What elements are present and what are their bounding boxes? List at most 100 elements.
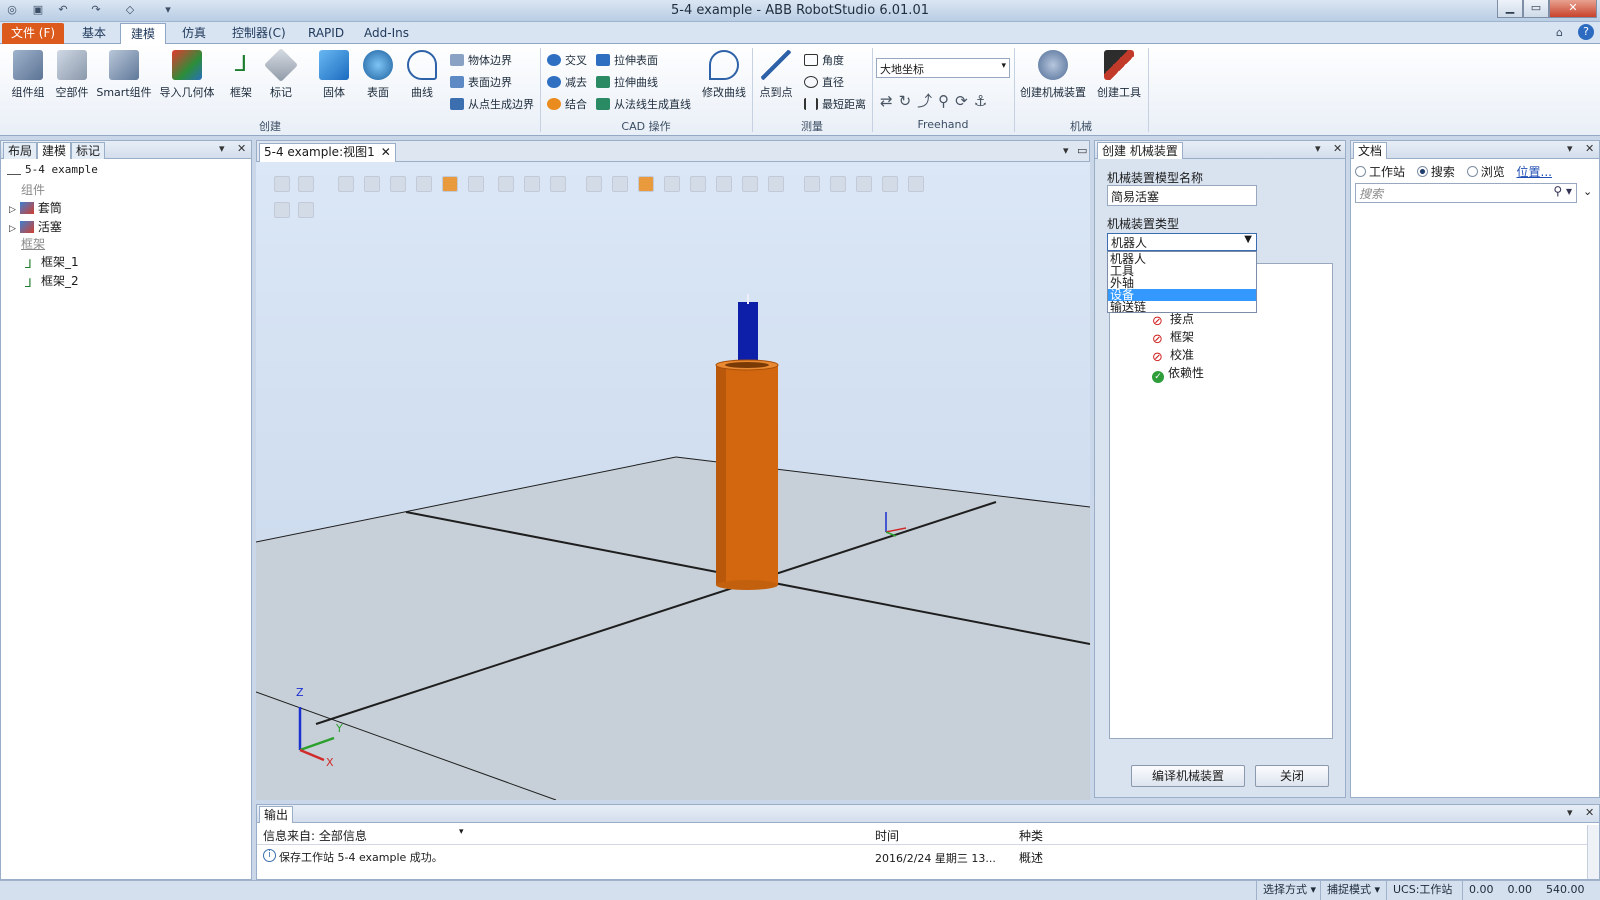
curve-button[interactable]: 曲线 xyxy=(406,50,438,100)
collapse-ribbon-icon[interactable]: ⌂ xyxy=(1556,26,1563,39)
tag-button[interactable]: 标记 xyxy=(264,48,298,100)
tree-item-dependency[interactable]: ✓ 依赖性 xyxy=(1152,364,1204,383)
tree-item-calibration[interactable]: ⊘ 校准 xyxy=(1152,346,1194,364)
close-icon[interactable]: ✕ xyxy=(1333,142,1342,155)
tab-rapid[interactable]: RAPID xyxy=(298,23,354,44)
coordinate-readout: 0.00 0.00 540.00 xyxy=(1462,881,1600,900)
tree-item-piston[interactable]: ▷ 活塞 xyxy=(9,218,62,235)
station-node[interactable]: 5-4 example xyxy=(7,163,98,176)
mechanism-type-select[interactable]: 机器人 ▼ xyxy=(1107,233,1257,251)
compile-mechanism-button[interactable]: 编译机械装置 xyxy=(1131,765,1245,787)
tree-item-label: 依赖性 xyxy=(1168,366,1205,380)
radio-browse[interactable]: 浏览 xyxy=(1466,165,1505,179)
coordinate-system-select[interactable]: 大地坐标 ▾ xyxy=(876,58,1010,78)
empty-part-button[interactable]: 空部件 xyxy=(52,50,92,100)
import-geometry-button[interactable]: 导入几何体 xyxy=(158,50,216,100)
tab-create-mechanism[interactable]: 创建 机械装置 xyxy=(1097,142,1183,159)
search-icon[interactable]: ⚲ ▾ xyxy=(1553,184,1572,198)
panel-header: 创建 机械装置 ▾ ✕ xyxy=(1095,141,1345,159)
create-mechanism-panel: 创建 机械装置 ▾ ✕ 机械装置模型名称 简易活塞 机械装置类型 ⊘ 接点 ⊘ 框架… xyxy=(1094,140,1346,798)
tree-item-sleeve[interactable]: ▷ 套筒 xyxy=(9,199,62,216)
radio-label: 工作站 xyxy=(1369,165,1406,179)
border-from-points-button[interactable]: 从点生成边界 xyxy=(450,96,534,114)
modify-curve-button[interactable]: 修改曲线 xyxy=(700,50,748,100)
col-type[interactable]: 种类 xyxy=(1019,827,1043,844)
tab-basic[interactable]: 基本 xyxy=(72,23,116,44)
close-button[interactable]: 关闭 xyxy=(1255,765,1329,787)
tab-tags[interactable]: 标记 xyxy=(71,142,106,159)
tree-item-frames[interactable]: ⊘ 框架 xyxy=(1152,328,1194,346)
tab-modeling-browser[interactable]: 建模 xyxy=(37,142,72,159)
3d-viewport[interactable]: Z Y X xyxy=(256,162,1090,800)
tab-documents[interactable]: 文档 xyxy=(1353,142,1388,159)
create-mechanism-button[interactable]: 创建机械装置 xyxy=(1018,50,1088,100)
point-to-point-button[interactable]: 点到点 xyxy=(756,50,796,100)
tab-modeling[interactable]: 建模 xyxy=(120,23,167,45)
expand-search-icon[interactable]: ⌄ xyxy=(1583,185,1592,198)
extrude-surface-button[interactable]: 拉伸表面 xyxy=(596,52,658,70)
freehand-tools[interactable]: ⇄↻⤴⚲⟳⚓ xyxy=(880,90,993,111)
tab-controller[interactable]: 控制器(C) xyxy=(222,23,296,44)
info-icon: i xyxy=(263,849,276,862)
angle-icon xyxy=(804,54,818,66)
extrude-curve-button[interactable]: 拉伸曲线 xyxy=(596,74,658,92)
mechanism-name-input[interactable]: 简易活塞 xyxy=(1107,185,1257,206)
close-icon[interactable]: ✕ xyxy=(237,142,246,155)
col-time[interactable]: 时间 xyxy=(875,827,899,844)
panel-menu-icon[interactable]: ▾ xyxy=(1315,142,1321,155)
radio-station[interactable]: 工作站 xyxy=(1355,165,1405,179)
dropdown-option[interactable]: 输送链 xyxy=(1108,301,1256,313)
check-icon: ✓ xyxy=(1152,371,1164,383)
help-icon[interactable]: ? xyxy=(1578,24,1594,40)
part-icon xyxy=(19,221,34,233)
tree-item-frame1[interactable]: ⅃ 框架_1 xyxy=(25,253,79,271)
solid-button[interactable]: 固体 xyxy=(318,50,350,100)
output-filter-select[interactable]: 信息来自: 全部信息 ▾ xyxy=(263,827,464,844)
location-link[interactable]: 位置... xyxy=(1517,165,1552,179)
output-row[interactable]: i 保存工作站 5-4 example 成功。 2016/2/24 星期三 13… xyxy=(257,847,1587,867)
tab-simulation[interactable]: 仿真 xyxy=(172,23,216,44)
subtract-button[interactable]: 减去 xyxy=(547,74,587,92)
min-distance-button[interactable]: 最短距离 xyxy=(804,96,866,114)
create-tool-button[interactable]: 创建工具 xyxy=(1094,50,1144,100)
close-icon[interactable]: ✕ xyxy=(1585,806,1594,819)
intersect-button[interactable]: 交叉 xyxy=(547,52,587,70)
panel-menu-icon[interactable]: ▾ xyxy=(219,142,225,155)
union-button[interactable]: 结合 xyxy=(547,96,587,114)
output-scrollbar[interactable] xyxy=(1587,825,1599,879)
radio-search[interactable]: 搜索 xyxy=(1416,165,1455,179)
output-time: 2016/2/24 星期三 13... xyxy=(875,852,996,865)
snap-mode-menu[interactable]: 捕捉模式 ▾ xyxy=(1320,881,1386,900)
coordinate-system-value: 大地坐标 xyxy=(880,63,924,76)
frame-button[interactable]: ⅃ 框架 xyxy=(226,50,256,100)
maximize-view-icon[interactable]: ▭ xyxy=(1077,144,1087,157)
panel-menu-icon[interactable]: ▾ xyxy=(1567,142,1573,155)
expand-icon[interactable]: ▷ xyxy=(9,205,16,215)
measure-diameter-button[interactable]: 直径 xyxy=(804,74,844,92)
doc-search-input[interactable]: 搜索 ⚲ ▾ xyxy=(1355,183,1577,203)
component-group-button[interactable]: 组件组 xyxy=(8,50,48,100)
expand-icon[interactable]: ▷ xyxy=(9,224,16,234)
panel-menu-icon[interactable]: ▾ xyxy=(1567,806,1573,819)
select-mode-menu[interactable]: 选择方式 ▾ xyxy=(1256,881,1322,900)
tree-item-frame2[interactable]: ⅃ 框架_2 xyxy=(25,272,79,290)
tab-addins[interactable]: Add-Ins xyxy=(354,23,419,44)
surface-button[interactable]: 表面 xyxy=(362,50,394,100)
body-border-button[interactable]: 物体边界 xyxy=(450,52,512,70)
group-create-label: 创建 xyxy=(259,120,281,133)
panel-menu-icon[interactable]: ▾ xyxy=(1063,144,1069,157)
line-from-normal-button[interactable]: 从法线生成直线 xyxy=(596,96,691,114)
surface-border-button[interactable]: 表面边界 xyxy=(450,74,512,92)
close-icon[interactable]: ✕ xyxy=(381,144,391,160)
smart-component-button[interactable]: Smart组件 xyxy=(96,50,152,100)
tab-layout[interactable]: 布局 xyxy=(3,142,38,159)
tab-output[interactable]: 输出 xyxy=(259,806,294,823)
tab-view1[interactable]: 5-4 example:视图1 ✕ xyxy=(259,143,396,162)
close-window-button[interactable]: ✕ xyxy=(1549,0,1597,18)
minimize-button[interactable]: ▁ xyxy=(1497,0,1523,18)
close-icon[interactable]: ✕ xyxy=(1585,142,1594,155)
maximize-button[interactable]: ▭ xyxy=(1523,0,1549,18)
ucs-indicator[interactable]: UCS:工作站 xyxy=(1386,881,1458,900)
measure-angle-button[interactable]: 角度 xyxy=(804,52,844,70)
tab-file[interactable]: 文件 (F) xyxy=(2,23,64,44)
